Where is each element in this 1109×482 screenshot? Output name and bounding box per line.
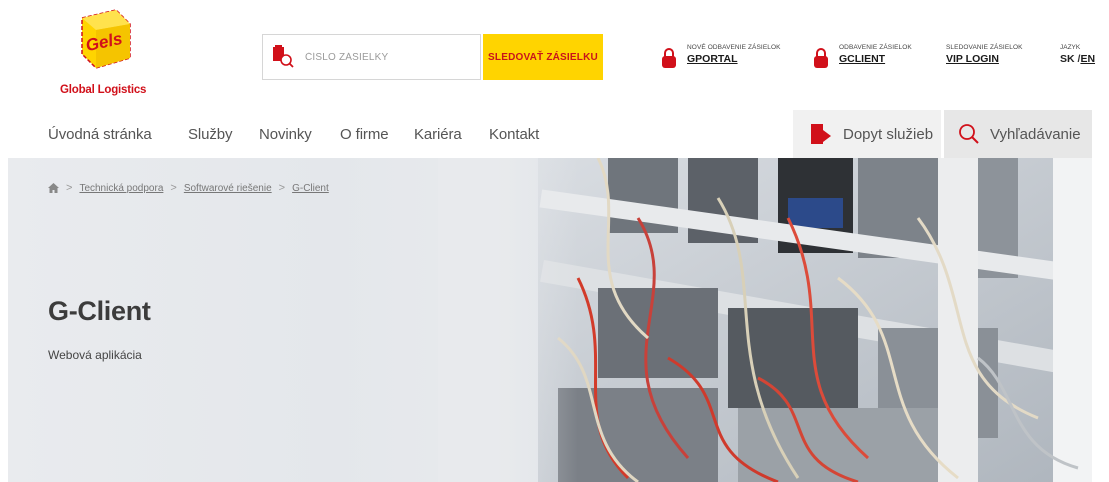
- vip-block: SLEDOVANIE ZÁSIELOK VIP LOGIN: [946, 44, 1023, 65]
- logo-caption: Global Logistics: [60, 84, 147, 96]
- language-en[interactable]: EN: [1080, 53, 1095, 65]
- language-caption: JAZYK: [1060, 44, 1081, 51]
- nav-item-home[interactable]: Úvodná stránka: [48, 126, 152, 143]
- search-icon: [959, 124, 979, 144]
- hero-banner: > Technická podpora > Softwarové riešeni…: [8, 158, 1092, 482]
- nav-item-career[interactable]: Kariéra: [414, 126, 462, 143]
- gclient-caption: ODBAVENIE ZÁSIELOK: [839, 44, 912, 51]
- breadcrumb-software-solution[interactable]: Softwarové riešenie: [184, 183, 272, 194]
- server-rack-photo: [538, 158, 1092, 482]
- logo-box-icon: Gels: [81, 9, 131, 69]
- breadcrumb: > Technická podpora > Softwarové riešeni…: [48, 182, 329, 194]
- vip-caption: SLEDOVANIE ZÁSIELOK: [946, 44, 1023, 51]
- site-search-label: Vyhľadávanie: [990, 125, 1081, 143]
- lock-icon: [814, 48, 828, 68]
- logo[interactable]: Gels Global Logistics: [58, 8, 150, 100]
- breadcrumb-separator: >: [66, 182, 73, 194]
- nav-item-contact[interactable]: Kontakt: [489, 126, 539, 143]
- shipment-search-box: [262, 34, 481, 80]
- site-search-button[interactable]: Vyhľadávanie: [944, 110, 1092, 158]
- breadcrumb-technical-support[interactable]: Technická podpora: [79, 183, 163, 194]
- track-shipment-button[interactable]: SLEDOVAŤ ZÁSIELKU: [483, 34, 603, 80]
- nav-item-services[interactable]: Služby: [188, 126, 233, 143]
- hero-fade: [438, 158, 578, 482]
- gportal-caption: NOVÉ ODBAVENIE ZÁSIELOK: [687, 44, 781, 51]
- main-nav: Úvodná stránka Služby Novinky O firme Ka…: [0, 110, 1109, 158]
- page-subtitle: Webová aplikácia: [48, 348, 142, 362]
- nav-item-news[interactable]: Novinky: [259, 126, 312, 143]
- top-header: Gels Global Logistics SLEDOVAŤ ZÁSIELKU …: [0, 0, 1109, 108]
- service-request-label: Dopyt služieb: [843, 125, 934, 143]
- gportal-block: NOVÉ ODBAVENIE ZÁSIELOK GPORTAL: [661, 44, 781, 69]
- vip-login-link[interactable]: VIP LOGIN: [946, 53, 1023, 65]
- page-title: G-Client: [48, 296, 151, 326]
- service-request-icon: [811, 124, 831, 144]
- breadcrumb-gclient[interactable]: G-Client: [292, 183, 329, 194]
- breadcrumb-separator: >: [278, 182, 286, 194]
- gclient-block: ODBAVENIE ZÁSIELOK GCLIENT: [813, 44, 912, 69]
- language-sk[interactable]: SK: [1060, 53, 1075, 65]
- lock-icon: [662, 48, 676, 68]
- service-request-button[interactable]: Dopyt služieb: [793, 110, 941, 158]
- shipment-number-input[interactable]: [305, 51, 465, 63]
- home-icon[interactable]: [48, 183, 59, 193]
- breadcrumb-separator: >: [170, 182, 177, 194]
- gclient-link[interactable]: GCLIENT: [839, 53, 912, 65]
- nav-item-about[interactable]: O firme: [340, 126, 389, 143]
- language-switcher: JAZYK SK /EN: [1060, 44, 1095, 65]
- package-search-icon: [273, 45, 294, 68]
- gportal-link[interactable]: GPORTAL: [687, 53, 781, 65]
